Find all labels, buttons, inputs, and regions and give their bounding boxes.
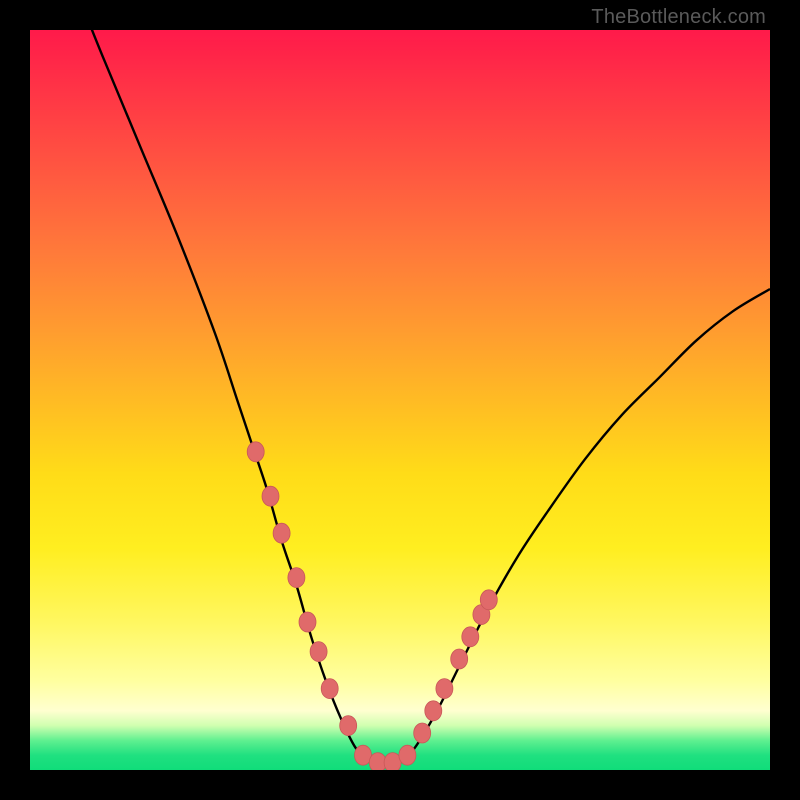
curve-marker [414,723,431,743]
curve-marker [247,442,264,462]
curve-marker [462,627,479,647]
curve-marker [321,679,338,699]
watermark-text: TheBottleneck.com [591,6,766,29]
curve-marker [340,716,357,736]
curve-marker [288,568,305,588]
curve-marker [262,486,279,506]
bottleneck-curve [30,30,770,764]
curve-marker [310,642,327,662]
curve-marker [436,679,453,699]
curve-marker [451,649,468,669]
plot-area [30,30,770,770]
curve-marker [425,701,442,721]
curve-marker [369,753,386,770]
curve-marker [273,523,290,543]
marker-group [247,442,497,770]
curve-marker [399,745,416,765]
curve-marker [299,612,316,632]
curve-marker [480,590,497,610]
chart-frame: TheBottleneck.com [0,0,800,800]
curve-layer [30,30,770,770]
